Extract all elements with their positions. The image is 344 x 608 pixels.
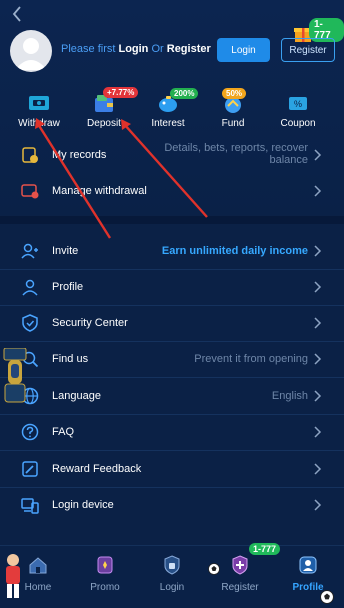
interest-label: Interest [151, 118, 185, 129]
menu-item-find-us[interactable]: Find us Prevent it from opening [0, 341, 344, 377]
deposit-badge: +7.77% [103, 87, 139, 98]
coupon-label: Coupon [280, 118, 316, 129]
register-tab-badge: 1-777 [249, 543, 281, 555]
tab-register[interactable]: Register [210, 554, 270, 598]
fund-badge: 50% [222, 88, 247, 99]
menu-label: Profile [52, 281, 84, 293]
chevron-right-icon [314, 245, 322, 257]
menu-value-line2: balance [269, 154, 308, 166]
menu-value: Earn unlimited daily income [161, 245, 308, 257]
register-icon [232, 555, 248, 575]
user-silhouette-icon [15, 38, 47, 70]
menu-item-reward-feedback[interactable]: Reward Feedback [0, 451, 344, 487]
menu-label: Security Center [52, 317, 128, 329]
prompt-prefix: Please first [61, 43, 119, 55]
chevron-right-icon [314, 390, 322, 402]
menu-label: Invite [52, 245, 79, 257]
deposit-label: Deposit [87, 118, 121, 129]
home-icon [29, 557, 47, 574]
withdraw-icon [29, 96, 49, 110]
menu-value: Prevent it from opening [194, 353, 308, 365]
menu-label: Language [52, 390, 101, 402]
login-button[interactable]: Login [217, 38, 270, 62]
menu-item-manage-withdrawal[interactable]: Manage withdrawal [0, 173, 344, 209]
chevron-right-icon [314, 149, 322, 161]
feedback-icon [22, 461, 38, 477]
chevron-right-icon [314, 317, 322, 329]
bottom-tab-bar: Home Promo Login Register 1-777 Profile [0, 543, 344, 608]
menu-item-security-center[interactable]: Security Center [0, 305, 344, 341]
menu-label: FAQ [52, 426, 75, 438]
device-icon [21, 498, 39, 514]
tab-label: Promo [90, 582, 120, 593]
avatar[interactable] [10, 30, 52, 72]
prompt-register-link[interactable]: Register [167, 43, 211, 55]
chevron-right-icon [314, 499, 322, 511]
svg-text:%: % [294, 99, 302, 109]
promo-icon [97, 556, 113, 574]
menu-item-login-device[interactable]: Login device [0, 487, 344, 523]
menu-item-profile[interactable]: Profile [0, 269, 344, 305]
menu-label: Find us [52, 353, 89, 365]
menu-item-invite[interactable]: Invite Earn unlimited daily income [0, 233, 344, 269]
card-settings-icon [21, 184, 39, 199]
menu-label: My records [52, 149, 107, 161]
tab-label: Register [221, 582, 259, 593]
quick-action-withdraw[interactable]: Withdraw [9, 90, 69, 130]
tab-login[interactable]: Login [142, 554, 202, 598]
chevron-right-icon [314, 281, 322, 293]
soccer-ball-icon [320, 590, 334, 604]
menu-item-my-records[interactable]: My records Details, bets, reports, recov… [0, 137, 344, 173]
mascot-player-icon [6, 554, 20, 598]
menu-value: Details, bets, reports, recover balance [164, 142, 308, 166]
tab-label: Login [159, 582, 185, 593]
menu-label: Login device [52, 499, 114, 511]
soccer-ball-icon [208, 563, 220, 575]
records-icon [22, 147, 38, 163]
chevron-right-icon [314, 185, 322, 197]
profile-tab-icon [299, 556, 317, 574]
menu-label: Manage withdrawal [52, 185, 147, 197]
menu-value: English [271, 390, 308, 402]
chevron-right-icon [314, 463, 322, 475]
coupon-icon: % [289, 97, 307, 110]
quick-action-coupon[interactable]: % Coupon [268, 90, 328, 130]
menu-value-line1: Details, bets, reports, recover [164, 142, 308, 154]
fund-label: Fund [221, 118, 245, 129]
chevron-right-icon [314, 353, 322, 365]
interest-badge: 200% [170, 88, 199, 99]
register-button[interactable]: Register [281, 38, 335, 62]
prompt-or: Or [148, 43, 167, 55]
menu-item-language[interactable]: Language English [0, 378, 344, 414]
chevron-right-icon [314, 426, 322, 438]
menu-item-faq[interactable]: FAQ [0, 414, 344, 450]
shield-icon [22, 314, 38, 332]
prompt-login-link[interactable]: Login [118, 43, 148, 55]
floating-mascot-icon[interactable] [2, 348, 28, 406]
profile-icon [22, 279, 38, 296]
question-icon [21, 423, 39, 441]
login-prompt: Please first Login Or Register [61, 43, 211, 55]
back-arrow-icon[interactable] [8, 4, 28, 24]
invite-icon [21, 243, 38, 259]
menu-label: Reward Feedback [52, 463, 142, 475]
section-divider [0, 216, 344, 224]
lock-icon [164, 555, 180, 575]
withdraw-label: Withdraw [18, 118, 60, 129]
tab-promo[interactable]: Promo [75, 554, 135, 598]
